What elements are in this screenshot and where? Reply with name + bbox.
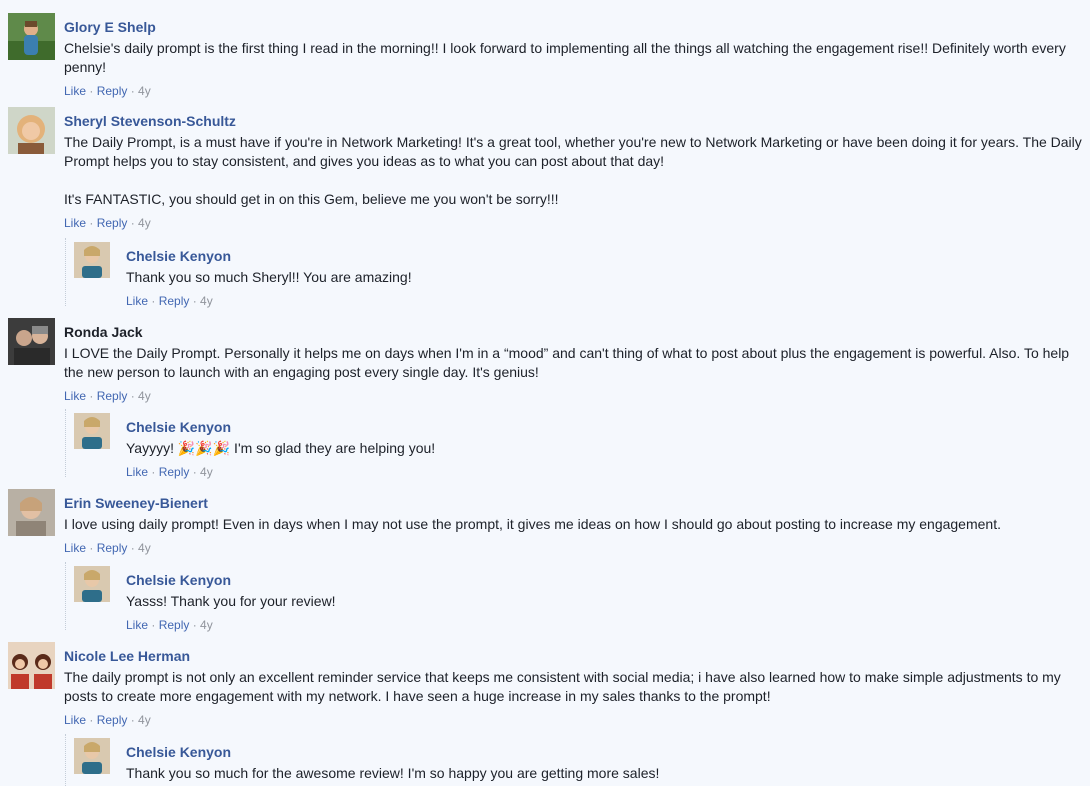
timestamp[interactable]: 4y bbox=[138, 541, 151, 555]
comment-actions: Like · Reply · 4y bbox=[64, 712, 1086, 728]
timestamp[interactable]: 4y bbox=[200, 618, 213, 632]
timestamp[interactable]: 4y bbox=[138, 84, 151, 98]
separator: · bbox=[127, 713, 139, 727]
comment-text: The daily prompt is not only an excellen… bbox=[64, 669, 1061, 704]
comment: Sheryl Stevenson-Schultz The Daily Promp… bbox=[8, 107, 1086, 231]
comment-author[interactable]: Chelsie Kenyon bbox=[126, 418, 231, 436]
separator: · bbox=[127, 216, 139, 230]
separator: · bbox=[86, 541, 97, 555]
reply-thread: Chelsie Kenyon Yasss! Thank you for your… bbox=[65, 562, 1086, 633]
comment-text: Yasss! Thank you for your review! bbox=[126, 593, 336, 609]
reply: Chelsie Kenyon Thank you so much for the… bbox=[66, 738, 1086, 783]
timestamp[interactable]: 4y bbox=[200, 294, 213, 308]
comment-author[interactable]: Chelsie Kenyon bbox=[126, 743, 231, 761]
reply: Chelsie Kenyon Thank you so much Sheryl!… bbox=[66, 242, 1086, 309]
comment-text: Chelsie's daily prompt is the first thin… bbox=[64, 40, 1066, 75]
reply-thread: Chelsie Kenyon Yayyyy! 🎉🎉🎉 I'm so glad t… bbox=[65, 409, 1086, 480]
reply-link[interactable]: Reply bbox=[97, 389, 128, 403]
separator: · bbox=[86, 713, 97, 727]
comment-author[interactable]: Nicole Lee Herman bbox=[64, 647, 190, 665]
timestamp[interactable]: 4y bbox=[138, 216, 151, 230]
separator: · bbox=[127, 541, 139, 555]
separator: · bbox=[148, 294, 159, 308]
comment-actions: Like · Reply · 4y bbox=[64, 388, 1086, 404]
comment-text: I love using daily prompt! Even in days … bbox=[64, 516, 1001, 532]
avatar[interactable] bbox=[8, 642, 55, 689]
comment: Glory E Shelp Chelsie's daily prompt is … bbox=[8, 13, 1086, 99]
comment-actions: Like · Reply · 4y bbox=[126, 293, 1086, 309]
reply-link[interactable]: Reply bbox=[97, 541, 128, 555]
reply-link[interactable]: Reply bbox=[97, 216, 128, 230]
like-link[interactable]: Like bbox=[126, 465, 148, 479]
reply: Chelsie Kenyon Yayyyy! 🎉🎉🎉 I'm so glad t… bbox=[66, 413, 1086, 480]
avatar[interactable] bbox=[8, 13, 55, 60]
comment-text: Thank you so much for the awesome review… bbox=[126, 765, 660, 781]
reply: Chelsie Kenyon Yasss! Thank you for your… bbox=[66, 566, 1086, 633]
comment-actions: Like · Reply · 4y bbox=[126, 617, 1086, 633]
reply-link[interactable]: Reply bbox=[97, 84, 128, 98]
separator: · bbox=[189, 618, 201, 632]
comment-text: Yayyyy! 🎉🎉🎉 I'm so glad they are helping… bbox=[126, 440, 436, 456]
reply-thread: Chelsie Kenyon Thank you so much for the… bbox=[65, 734, 1086, 786]
reply-link[interactable]: Reply bbox=[159, 465, 190, 479]
timestamp[interactable]: 4y bbox=[200, 465, 213, 479]
like-link[interactable]: Like bbox=[64, 541, 86, 555]
comment-author[interactable]: Chelsie Kenyon bbox=[126, 571, 231, 589]
avatar[interactable] bbox=[8, 318, 55, 365]
comment-author[interactable]: Erin Sweeney-Bienert bbox=[64, 494, 208, 512]
comment-actions: Like · Reply · 4y bbox=[64, 215, 1086, 231]
comment-text: The Daily Prompt, is a must have if you'… bbox=[64, 134, 1082, 207]
avatar[interactable] bbox=[8, 107, 55, 154]
reply-thread: Chelsie Kenyon Thank you so much Sheryl!… bbox=[65, 238, 1086, 309]
like-link[interactable]: Like bbox=[64, 389, 86, 403]
comment: Ronda Jack I LOVE the Daily Prompt. Pers… bbox=[8, 318, 1086, 404]
comment-text: I LOVE the Daily Prompt. Personally it h… bbox=[64, 345, 1070, 380]
separator: · bbox=[127, 389, 139, 403]
separator: · bbox=[86, 216, 97, 230]
comment: Erin Sweeney-Bienert I love using daily … bbox=[8, 489, 1086, 556]
avatar[interactable] bbox=[8, 489, 55, 536]
comment-author[interactable]: Chelsie Kenyon bbox=[126, 247, 231, 265]
separator: · bbox=[86, 389, 97, 403]
like-link[interactable]: Like bbox=[64, 216, 86, 230]
separator: · bbox=[189, 294, 201, 308]
reply-link[interactable]: Reply bbox=[159, 618, 190, 632]
comment-actions: Like · Reply · 4y bbox=[126, 464, 1086, 480]
comment-text: Thank you so much Sheryl!! You are amazi… bbox=[126, 269, 412, 285]
avatar[interactable] bbox=[74, 566, 110, 602]
separator: · bbox=[189, 465, 201, 479]
timestamp[interactable]: 4y bbox=[138, 713, 151, 727]
separator: · bbox=[148, 465, 159, 479]
comment-author[interactable]: Glory E Shelp bbox=[64, 18, 156, 36]
like-link[interactable]: Like bbox=[126, 294, 148, 308]
avatar[interactable] bbox=[74, 242, 110, 278]
comment-author[interactable]: Ronda Jack bbox=[64, 323, 143, 341]
comment-actions: Like · Reply · 4y bbox=[64, 540, 1086, 556]
reply-link[interactable]: Reply bbox=[159, 294, 190, 308]
avatar[interactable] bbox=[74, 738, 110, 774]
avatar[interactable] bbox=[74, 413, 110, 449]
comment-author[interactable]: Sheryl Stevenson-Schultz bbox=[64, 112, 236, 130]
comment: Nicole Lee Herman The daily prompt is no… bbox=[8, 642, 1086, 728]
comment-actions: Like · Reply · 4y bbox=[64, 83, 1086, 99]
timestamp[interactable]: 4y bbox=[138, 389, 151, 403]
like-link[interactable]: Like bbox=[64, 713, 86, 727]
like-link[interactable]: Like bbox=[64, 84, 86, 98]
separator: · bbox=[86, 84, 97, 98]
separator: · bbox=[127, 84, 139, 98]
reply-link[interactable]: Reply bbox=[97, 713, 128, 727]
like-link[interactable]: Like bbox=[126, 618, 148, 632]
separator: · bbox=[148, 618, 159, 632]
